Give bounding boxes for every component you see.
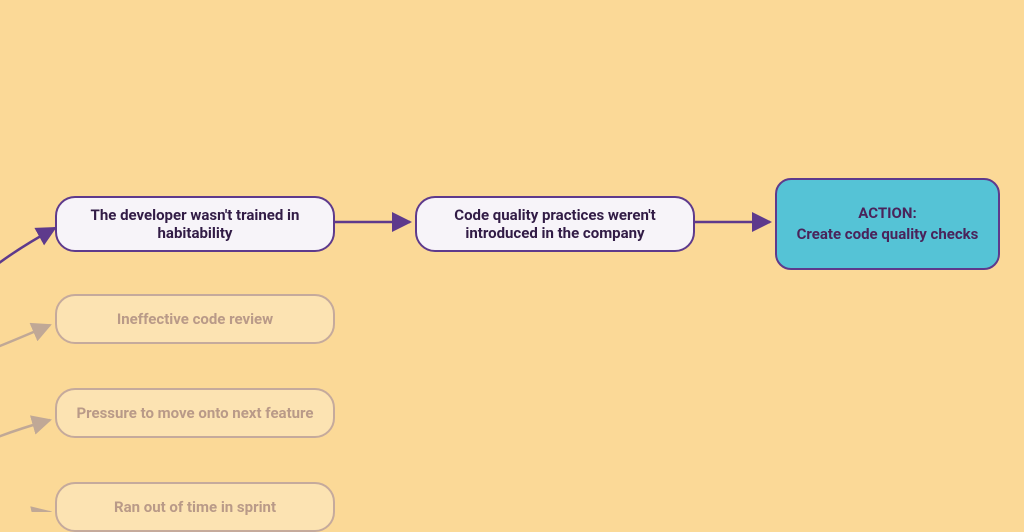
node-label: Pressure to move onto next feature xyxy=(76,404,313,422)
node-label: Ran out of time in sprint xyxy=(114,498,276,516)
cause-node-pressure-next-feature: Pressure to move onto next feature xyxy=(55,388,335,438)
cause-node-ineffective-code-review: Ineffective code review xyxy=(55,294,335,344)
node-label: Ineffective code review xyxy=(117,310,273,328)
node-label: The developer wasn't trained in habitabi… xyxy=(75,206,315,242)
cause-node-no-quality-practices: Code quality practices weren't introduce… xyxy=(415,196,695,252)
cause-node-developer-not-trained: The developer wasn't trained in habitabi… xyxy=(55,196,335,252)
action-label-prefix: ACTION: xyxy=(797,203,979,224)
action-node-create-quality-checks: ACTION: Create code quality checks xyxy=(775,178,1000,270)
cause-node-ran-out-of-time: Ran out of time in sprint xyxy=(55,482,335,532)
action-label-text: Create code quality checks xyxy=(797,224,979,245)
node-label: Code quality practices weren't introduce… xyxy=(435,206,675,242)
